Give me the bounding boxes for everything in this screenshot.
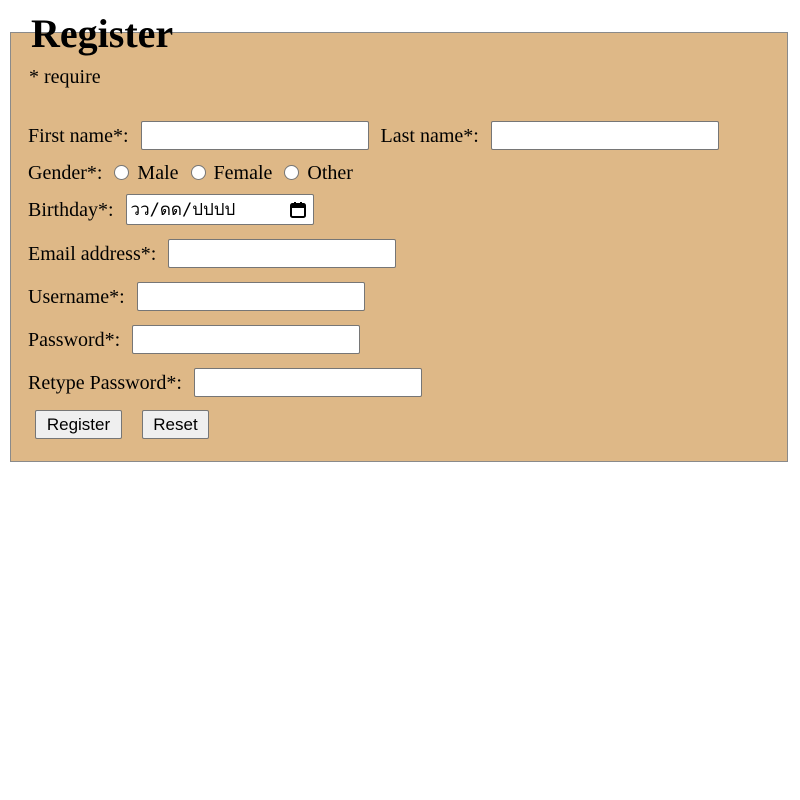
required-note: * require xyxy=(29,66,101,88)
reset-button[interactable]: Reset xyxy=(142,410,209,439)
first-name-input[interactable] xyxy=(140,121,369,150)
gender-row: Gender*: Male Female Other xyxy=(28,161,353,185)
gender-female-radio[interactable] xyxy=(190,164,206,180)
password-row: Password*: xyxy=(28,325,361,354)
username-label: Username*: xyxy=(28,285,125,308)
retype-password-row: Retype Password*: xyxy=(28,368,422,397)
first-name-label: First name*: xyxy=(28,124,129,147)
username-input[interactable] xyxy=(136,282,365,311)
password-input[interactable] xyxy=(132,325,361,354)
gender-male-label[interactable]: Male xyxy=(137,161,178,185)
email-input[interactable] xyxy=(168,239,397,268)
birthday-row: Birthday*: วว/ดด/ปปปป xyxy=(28,194,314,225)
register-button[interactable]: Register xyxy=(35,410,122,439)
last-name-input[interactable] xyxy=(490,121,719,150)
birthday-placeholder: วว/ดด/ปปปป xyxy=(130,199,236,220)
gender-male-radio[interactable] xyxy=(114,164,130,180)
gender-female-label[interactable]: Female xyxy=(214,161,273,185)
gender-label: Gender*: xyxy=(28,162,103,184)
email-row: Email address*: xyxy=(28,239,397,268)
page-title: Register xyxy=(31,11,174,56)
retype-password-input[interactable] xyxy=(193,368,422,397)
birthday-date-input[interactable]: วว/ดด/ปปปป xyxy=(125,194,314,225)
last-name-label: Last name*: xyxy=(380,124,479,147)
name-row: First name*: Last name*: xyxy=(28,121,719,150)
birthday-label: Birthday*: xyxy=(28,198,114,221)
username-row: Username*: xyxy=(28,282,365,311)
gender-other-label[interactable]: Other xyxy=(307,161,353,185)
gender-other-radio[interactable] xyxy=(284,164,300,180)
calendar-icon[interactable] xyxy=(289,201,307,219)
retype-password-label: Retype Password*: xyxy=(28,371,182,394)
email-label: Email address*: xyxy=(28,242,157,265)
password-label: Password*: xyxy=(28,328,121,351)
